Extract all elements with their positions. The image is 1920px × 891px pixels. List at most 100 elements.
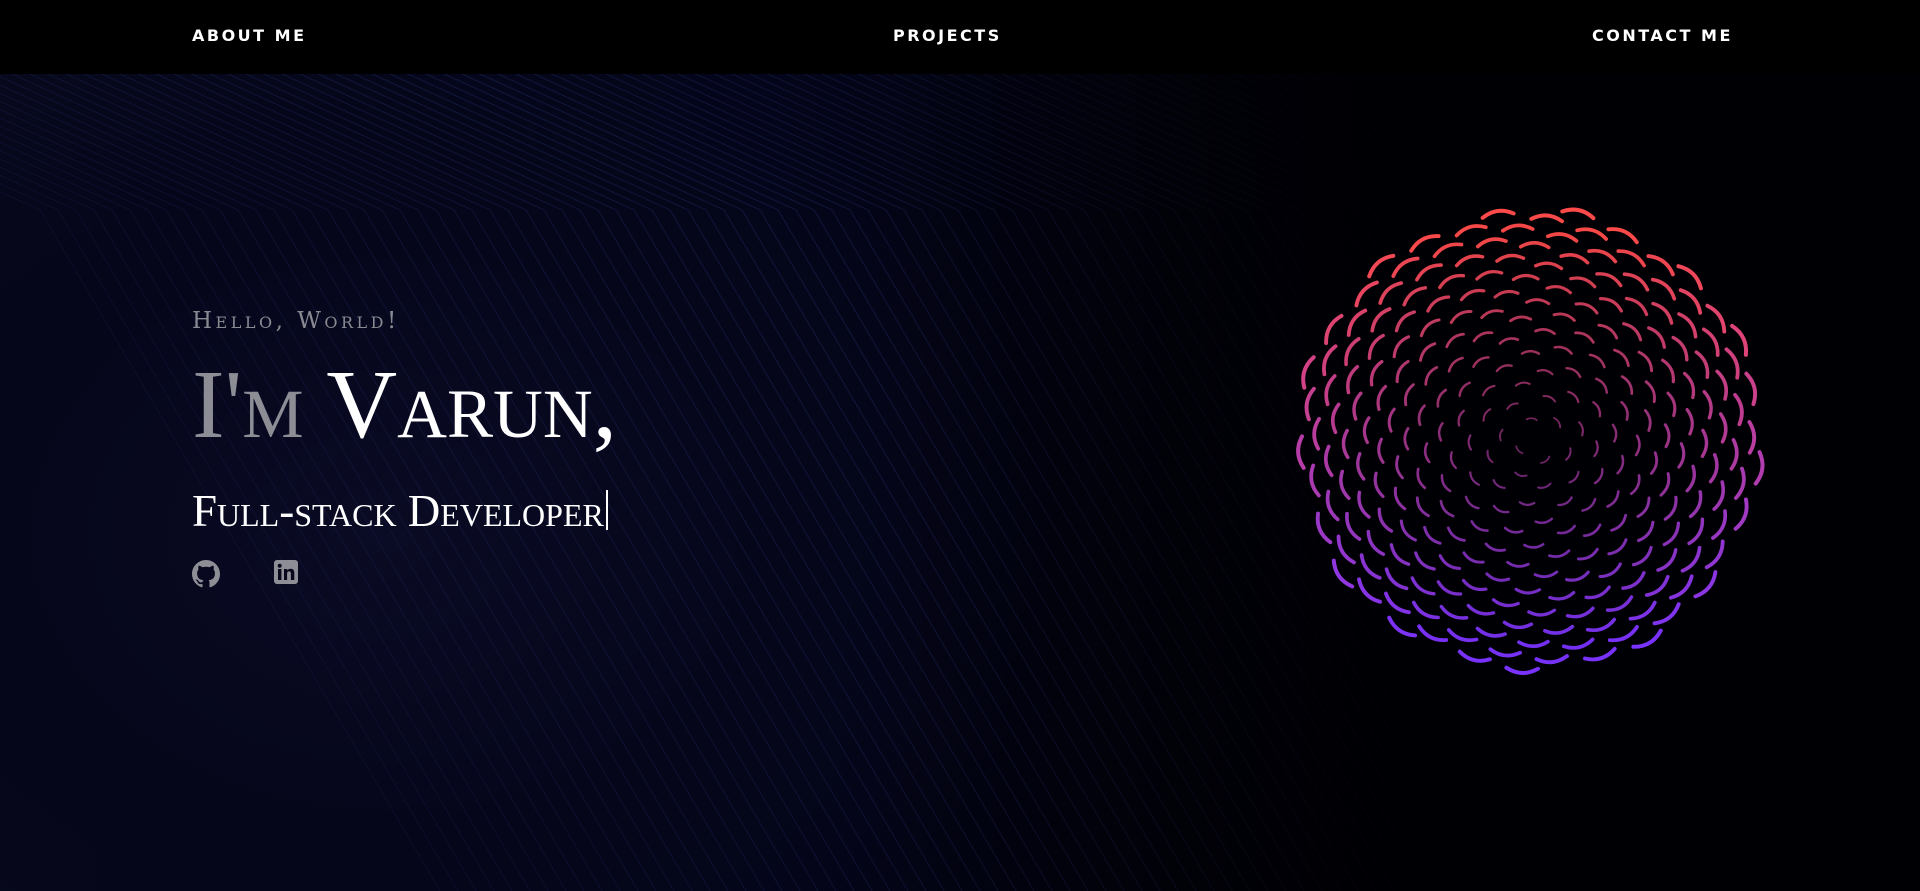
sphere-petal <box>1534 654 1569 665</box>
sphere-petal <box>1582 523 1602 538</box>
sphere-petal <box>1574 302 1599 315</box>
linkedin-icon <box>274 560 298 584</box>
sphere-petal <box>1545 285 1572 295</box>
sphere-petal <box>1595 377 1609 394</box>
nav-projects[interactable]: PROJECTS <box>893 26 1002 46</box>
sphere-petal <box>1432 242 1464 259</box>
sphere-petal <box>1514 471 1528 477</box>
sphere-petal <box>1705 303 1727 334</box>
sphere-petal <box>1503 526 1524 534</box>
sphere-petal <box>1730 323 1749 357</box>
sphere-petal <box>1693 570 1718 599</box>
sphere-petal <box>1409 234 1441 253</box>
sphere-petal <box>1341 428 1350 460</box>
sphere-petal <box>1339 469 1351 500</box>
sphere-petal <box>1542 395 1556 403</box>
sphere-petal <box>1454 224 1488 238</box>
sphere-petal <box>1484 542 1507 552</box>
sphere-petal <box>1560 207 1596 221</box>
sphere-petal <box>1356 452 1366 481</box>
sphere-petal <box>1469 471 1480 486</box>
sphere-petal <box>1561 637 1595 650</box>
sphere-petal <box>1472 331 1494 343</box>
sphere-petal <box>1704 539 1725 570</box>
sphere-petal <box>1616 454 1625 475</box>
sphere-petal <box>1595 272 1623 288</box>
sphere-petal <box>1346 364 1360 395</box>
sphere-petal <box>1610 513 1627 532</box>
sphere-petal <box>1449 451 1458 470</box>
sphere-petal <box>1491 598 1520 608</box>
sphere-petal <box>1666 391 1677 418</box>
sphere-petal <box>1556 524 1576 535</box>
sphere-petal <box>1621 571 1646 590</box>
sphere-petal <box>1438 273 1466 290</box>
sphere-petal <box>1475 269 1504 281</box>
sphere-petal <box>1545 232 1579 243</box>
sphere-petal <box>1636 520 1655 543</box>
sphere-petal <box>1659 472 1671 497</box>
sphere-petal <box>1511 273 1540 282</box>
sphere-petal <box>1613 348 1630 367</box>
sphere-petal <box>1553 345 1573 355</box>
sphere-petal <box>1607 538 1628 556</box>
hero-name-heading: I'm Varun, <box>192 350 617 460</box>
nav-about-me[interactable]: ABOUT ME <box>192 26 307 46</box>
sphere-petal <box>1446 526 1466 542</box>
sphere-petal <box>1454 254 1485 268</box>
sphere-petal <box>1416 467 1427 490</box>
sphere-petal <box>1394 310 1416 333</box>
sphere-petal <box>1634 434 1641 457</box>
sphere-petal <box>1525 298 1551 306</box>
sphere-petal <box>1423 442 1431 464</box>
hero-name-prefix: I'm <box>192 351 327 459</box>
sphere-petal <box>1493 289 1520 299</box>
sphere-petal <box>1724 347 1740 380</box>
sphere-petal <box>1387 407 1396 433</box>
github-link[interactable] <box>192 560 220 588</box>
sphere-petal <box>1437 422 1444 442</box>
sphere-petal <box>1369 359 1384 387</box>
sphere-petal <box>1620 375 1634 395</box>
sphere-petal <box>1411 600 1440 620</box>
sphere-petal <box>1631 545 1653 567</box>
sphere-petal <box>1649 451 1659 475</box>
sphere-petal <box>1537 482 1552 489</box>
sphere-petal <box>1414 551 1436 571</box>
sphere-petal <box>1436 580 1463 596</box>
sphere-petal <box>1624 296 1649 317</box>
sphere-petal <box>1384 567 1409 591</box>
sphere-petal <box>1467 434 1473 451</box>
sphere-petal <box>1315 511 1333 545</box>
sphere-petal <box>1688 490 1703 519</box>
sphere-petal <box>1605 595 1634 612</box>
sphere-petal <box>1700 428 1709 458</box>
sphere-petal <box>1309 463 1321 498</box>
sphere-petal <box>1438 554 1462 570</box>
sphere-petal <box>1598 562 1622 579</box>
sphere-petal <box>1620 400 1629 421</box>
sphere-petal <box>1514 381 1531 387</box>
top-nav: ABOUT ME PROJECTS CONTACT ME <box>0 0 1920 74</box>
sphere-petal <box>1324 313 1344 346</box>
sphere-petal <box>1650 277 1677 301</box>
sphere-petal <box>1712 480 1726 511</box>
linkedin-link[interactable] <box>274 560 298 584</box>
sphere-petal <box>1389 543 1411 566</box>
sphere-petal <box>1644 574 1670 597</box>
sphere-petal <box>1475 237 1508 249</box>
sphere-petal <box>1540 455 1551 464</box>
sphere-petal <box>1715 369 1729 401</box>
sphere-petal <box>1565 606 1595 619</box>
sphere-petal <box>1685 464 1696 493</box>
sphere-petal <box>1410 576 1436 596</box>
sphere-petal <box>1733 393 1744 427</box>
sphere-petal <box>1501 223 1535 233</box>
sphere-petal <box>1403 383 1415 407</box>
sphere-petal <box>1346 308 1368 337</box>
sphere-petal <box>1747 420 1757 455</box>
sphere-petal <box>1498 428 1504 442</box>
nav-contact-me[interactable]: CONTACT ME <box>1592 26 1733 46</box>
sphere-petal <box>1446 628 1479 643</box>
sphere-petal <box>1447 356 1464 373</box>
